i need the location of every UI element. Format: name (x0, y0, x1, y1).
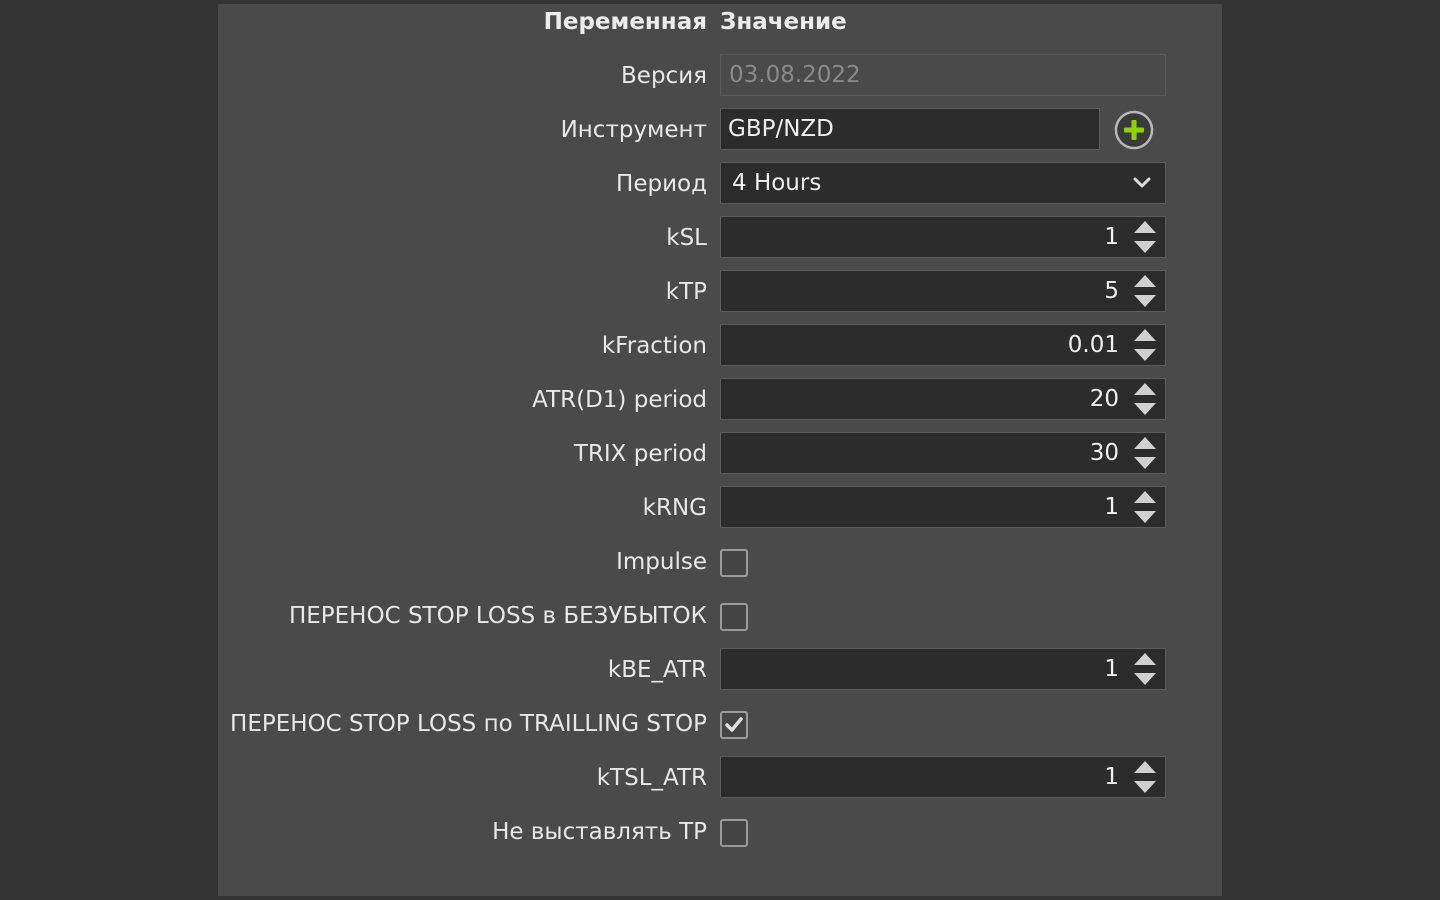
period-select[interactable]: 4 Hours (720, 162, 1166, 204)
period-label: Период (616, 171, 707, 197)
no-tp-checkbox[interactable] (720, 819, 748, 847)
row-impulse: Impulse (218, 535, 1222, 589)
ktp-value: 5 (1104, 278, 1119, 304)
kbe-atr-label: kBE_ATR (607, 657, 707, 683)
spinner-arrows-icon[interactable] (1131, 649, 1159, 689)
krng-label: kRNG (642, 495, 707, 521)
trix-period-value: 30 (1089, 440, 1119, 466)
trix-period-label: TRIX period (573, 441, 707, 467)
header-row: Переменная Значение (218, 4, 1222, 40)
row-ktsl-atr: kTSL_ATR 1 (218, 751, 1222, 805)
row-kfraction: kFraction 0.01 (218, 319, 1222, 373)
row-trix-period: TRIX period 30 (218, 427, 1222, 481)
period-selected-value: 4 Hours (732, 170, 822, 196)
checkmark-icon (725, 717, 743, 732)
ktsl-atr-label: kTSL_ATR (596, 765, 707, 791)
chevron-down-icon (1133, 177, 1151, 188)
row-trailing: ПЕРЕНОС STOP LOSS по TRAILLING STOP (218, 697, 1222, 751)
row-ksl: kSL 1 (218, 211, 1222, 265)
krng-value: 1 (1104, 494, 1119, 520)
kfraction-spinner[interactable]: 0.01 (720, 324, 1166, 366)
breakeven-checkbox[interactable] (720, 603, 748, 631)
trailing-checkbox[interactable] (720, 711, 748, 739)
no-tp-label: Не выставлять TP (492, 819, 707, 845)
row-instrument: Инструмент GBP/NZD (218, 103, 1222, 157)
impulse-checkbox[interactable] (720, 549, 748, 577)
spinner-arrows-icon[interactable] (1131, 325, 1159, 365)
atr-period-label: ATR(D1) period (532, 387, 707, 413)
variable-column-header: Переменная (543, 9, 707, 35)
kfraction-value: 0.01 (1067, 332, 1119, 358)
kfraction-label: kFraction (601, 333, 707, 359)
row-krng: kRNG 1 (218, 481, 1222, 535)
ktsl-atr-value: 1 (1104, 764, 1119, 790)
spinner-arrows-icon[interactable] (1131, 379, 1159, 419)
row-kbe-atr: kBE_ATR 1 (218, 643, 1222, 697)
plus-circle-icon (1114, 110, 1154, 150)
impulse-label: Impulse (616, 549, 707, 575)
row-atr-period: ATR(D1) period 20 (218, 373, 1222, 427)
version-label: Версия (621, 63, 707, 89)
row-no-tp: Не выставлять TP (218, 805, 1222, 859)
kbe-atr-value: 1 (1104, 656, 1119, 682)
krng-spinner[interactable]: 1 (720, 486, 1166, 528)
spinner-arrows-icon[interactable] (1131, 217, 1159, 257)
ktp-label: kTP (665, 279, 707, 305)
ktp-spinner[interactable]: 5 (720, 270, 1166, 312)
ktsl-atr-spinner[interactable]: 1 (720, 756, 1166, 798)
atr-period-value: 20 (1089, 386, 1119, 412)
trix-period-spinner[interactable]: 30 (720, 432, 1166, 474)
row-period: Период 4 Hours (218, 157, 1222, 211)
parameters-panel: Переменная Значение Версия 03.08.2022 Ин… (218, 4, 1222, 896)
breakeven-label: ПЕРЕНОС STOP LOSS в БЕЗУБЫТОК (288, 603, 707, 629)
instrument-label: Инструмент (560, 117, 707, 143)
spinner-arrows-icon[interactable] (1131, 271, 1159, 311)
instrument-input[interactable]: GBP/NZD (720, 108, 1100, 150)
ksl-label: kSL (666, 225, 707, 251)
trailing-label: ПЕРЕНОС STOP LOSS по TRAILLING STOP (230, 711, 707, 737)
ksl-value: 1 (1104, 224, 1119, 250)
kbe-atr-spinner[interactable]: 1 (720, 648, 1166, 690)
spinner-arrows-icon[interactable] (1131, 757, 1159, 797)
row-ktp: kTP 5 (218, 265, 1222, 319)
row-breakeven: ПЕРЕНОС STOP LOSS в БЕЗУБЫТОК (218, 589, 1222, 643)
ksl-spinner[interactable]: 1 (720, 216, 1166, 258)
version-field: 03.08.2022 (720, 54, 1166, 96)
row-version: Версия 03.08.2022 (218, 49, 1222, 103)
spinner-arrows-icon[interactable] (1131, 487, 1159, 527)
spinner-arrows-icon[interactable] (1131, 433, 1159, 473)
add-instrument-button[interactable] (1114, 110, 1154, 150)
value-column-header: Значение (720, 9, 847, 35)
atr-period-spinner[interactable]: 20 (720, 378, 1166, 420)
